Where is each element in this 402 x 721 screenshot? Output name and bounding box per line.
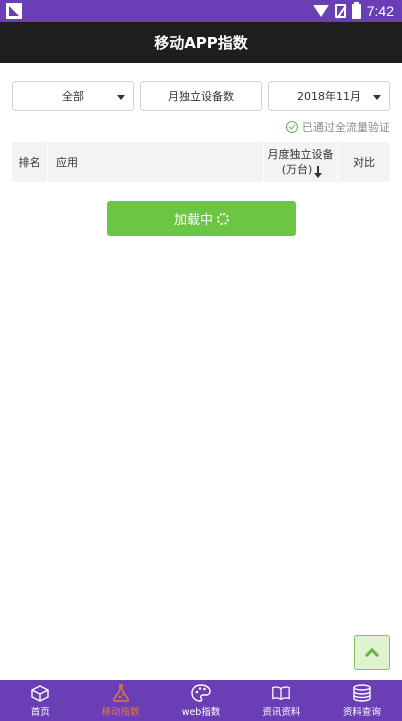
- tab-home[interactable]: 首页: [0, 680, 80, 721]
- month-select[interactable]: 2018年11月: [268, 81, 390, 111]
- column-header-compare: 对比: [338, 142, 390, 182]
- column-header-devices-unit: (万台): [281, 163, 313, 176]
- tab-data-query-label: 资料查询: [342, 706, 381, 718]
- no-sim-icon: [334, 4, 346, 18]
- tab-news-label: 资讯资料: [262, 706, 301, 718]
- tab-news[interactable]: 资讯资料: [241, 680, 321, 721]
- wifi-icon: [312, 5, 329, 17]
- verification-note: 已通过全流量验证: [286, 119, 390, 135]
- tab-mobile-index-label: 移动指数: [101, 706, 140, 718]
- page-title-bar: 移动APP指数: [0, 22, 402, 63]
- filter-row: 全部 月独立设备数 2018年11月: [12, 81, 390, 111]
- chevron-down-icon: [373, 95, 381, 100]
- verification-text: 已通过全流量验证: [302, 121, 390, 134]
- column-header-devices[interactable]: 月度独立设备 (万台): [264, 142, 338, 182]
- bottom-tab-bar: 首页 移动指数 web指数 资讯资料 资料查询: [0, 680, 402, 721]
- database-icon: [352, 683, 372, 702]
- column-header-rank: 排名: [12, 142, 48, 182]
- status-bar: 7:42: [0, 0, 402, 22]
- tab-web-index[interactable]: web指数: [161, 680, 241, 721]
- month-select-value: 2018年11月: [297, 90, 361, 103]
- box-icon: [30, 684, 50, 702]
- check-circle-icon: [286, 121, 298, 133]
- flask-icon: [111, 683, 131, 702]
- chevron-down-icon: [117, 95, 125, 100]
- tab-data-query[interactable]: 资料查询: [322, 680, 402, 721]
- status-time: 7:42: [366, 3, 394, 19]
- chevron-up-icon: [364, 647, 380, 663]
- column-header-app: 应用: [48, 142, 264, 182]
- spinner-icon: [217, 212, 229, 225]
- column-header-rank-label: 排名: [18, 156, 41, 169]
- back-to-top-button[interactable]: [354, 635, 390, 670]
- page-title: 移动APP指数: [154, 34, 248, 52]
- book-icon: [271, 684, 291, 702]
- tab-web-index-label: web指数: [181, 706, 221, 718]
- category-select-value: 全部: [62, 90, 84, 103]
- battery-icon: [351, 1, 361, 19]
- column-header-compare-label: 对比: [353, 156, 375, 169]
- metric-select[interactable]: 月独立设备数: [140, 81, 262, 111]
- sort-down-icon: [314, 166, 323, 178]
- column-header-app-label: 应用: [56, 156, 78, 169]
- tab-home-label: 首页: [30, 706, 50, 718]
- column-header-devices-label: 月度独立设备: [267, 148, 334, 161]
- palette-icon: [191, 683, 211, 702]
- metric-select-value: 月独立设备数: [168, 90, 234, 103]
- loading-button[interactable]: 加载中: [107, 201, 296, 236]
- loading-label: 加载中: [173, 213, 213, 228]
- app-notification-icon: [6, 3, 22, 19]
- tab-mobile-index[interactable]: 移动指数: [80, 680, 160, 721]
- category-select[interactable]: 全部: [12, 81, 134, 111]
- ranking-table-header: 排名 应用 月度独立设备 (万台) 对比: [12, 142, 390, 182]
